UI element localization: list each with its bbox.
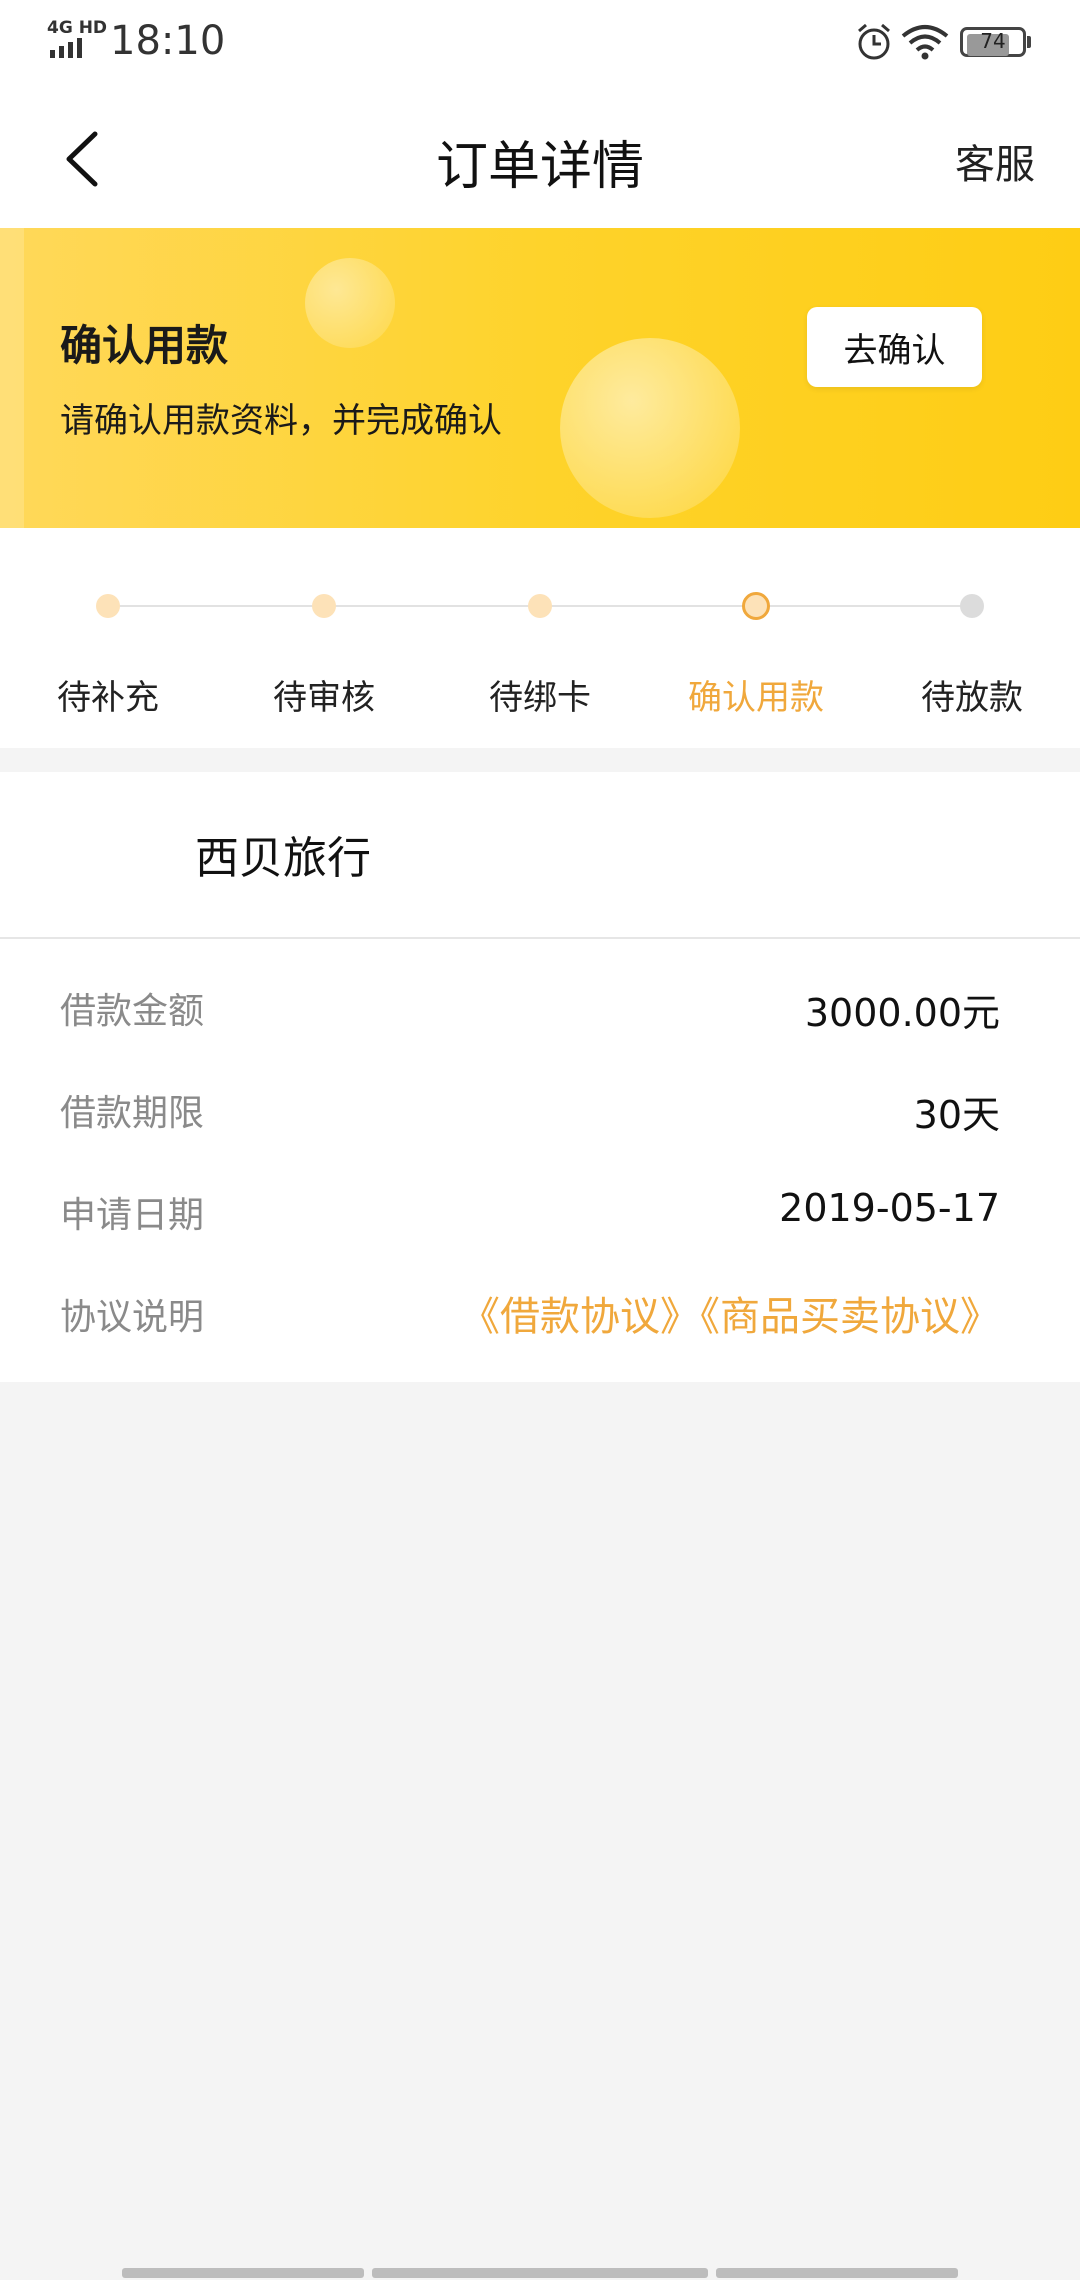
step-label: 待审核 [273, 678, 375, 718]
loan-term-label: 借款期限 [60, 1093, 205, 1134]
page-title: 订单详情 [435, 137, 644, 197]
decorative-bubble [560, 338, 740, 518]
nav-bar: 订单详情 客服 [0, 84, 1080, 228]
wifi-icon [901, 25, 949, 60]
status-bar: 4G HD 18:10 74 [0, 0, 1080, 84]
step-label: 待放款 [921, 678, 1023, 718]
step-dot [528, 594, 552, 618]
step-dot [96, 594, 120, 618]
loan-amount-value: 3000.00元 [804, 991, 1000, 1035]
agreement-links: 《借款协议》《商品买卖协议》 [460, 1284, 1000, 1342]
step-dot [960, 594, 984, 618]
customer-service-button[interactable]: 客服 [955, 132, 1035, 190]
network-label: 4G HD [47, 18, 108, 38]
apply-date-label: 申请日期 [60, 1195, 205, 1236]
merchant-name: 西贝旅行 [195, 833, 371, 884]
step-dot [742, 592, 770, 620]
step-label: 确认用款 [688, 678, 824, 718]
banner-title: 确认用款 [60, 321, 229, 370]
battery-icon: 74 [960, 27, 1031, 57]
loan-agreement-link[interactable]: 《借款协议》 [460, 1294, 700, 1340]
status-time: 18:10 [110, 18, 226, 64]
nav-gesture-bar [716, 2268, 958, 2278]
divider [0, 937, 1080, 939]
alarm-icon [858, 23, 890, 60]
go-confirm-button[interactable]: 去确认 [807, 307, 982, 387]
sales-agreement-link[interactable]: 《商品买卖协议》 [700, 1294, 1000, 1340]
nav-gesture-bar [122, 2268, 364, 2278]
apply-date-value: 2019-05-17 [779, 1186, 1000, 1230]
progress-steps: 待补充 待审核 待绑卡 确认用款 待放款 [0, 528, 1080, 748]
signal-icon [50, 38, 82, 58]
loan-term-value: 30天 [913, 1093, 1000, 1137]
battery-level: 74 [980, 29, 1006, 53]
step-label: 待绑卡 [489, 678, 591, 718]
loan-amount-label: 借款金额 [60, 991, 205, 1032]
decorative-bubble [305, 258, 395, 348]
banner-description: 请确认用款资料，并完成确认 [60, 401, 502, 441]
confirm-banner: 确认用款 请确认用款资料，并完成确认 去确认 [0, 228, 1080, 528]
step-dot [312, 594, 336, 618]
agreement-label: 协议说明 [60, 1297, 205, 1338]
step-label: 待补充 [57, 678, 159, 718]
nav-gesture-bar [372, 2268, 708, 2278]
order-detail-card: 西贝旅行 借款金额 3000.00元 借款期限 30天 申请日期 2019-05… [0, 772, 1080, 1382]
